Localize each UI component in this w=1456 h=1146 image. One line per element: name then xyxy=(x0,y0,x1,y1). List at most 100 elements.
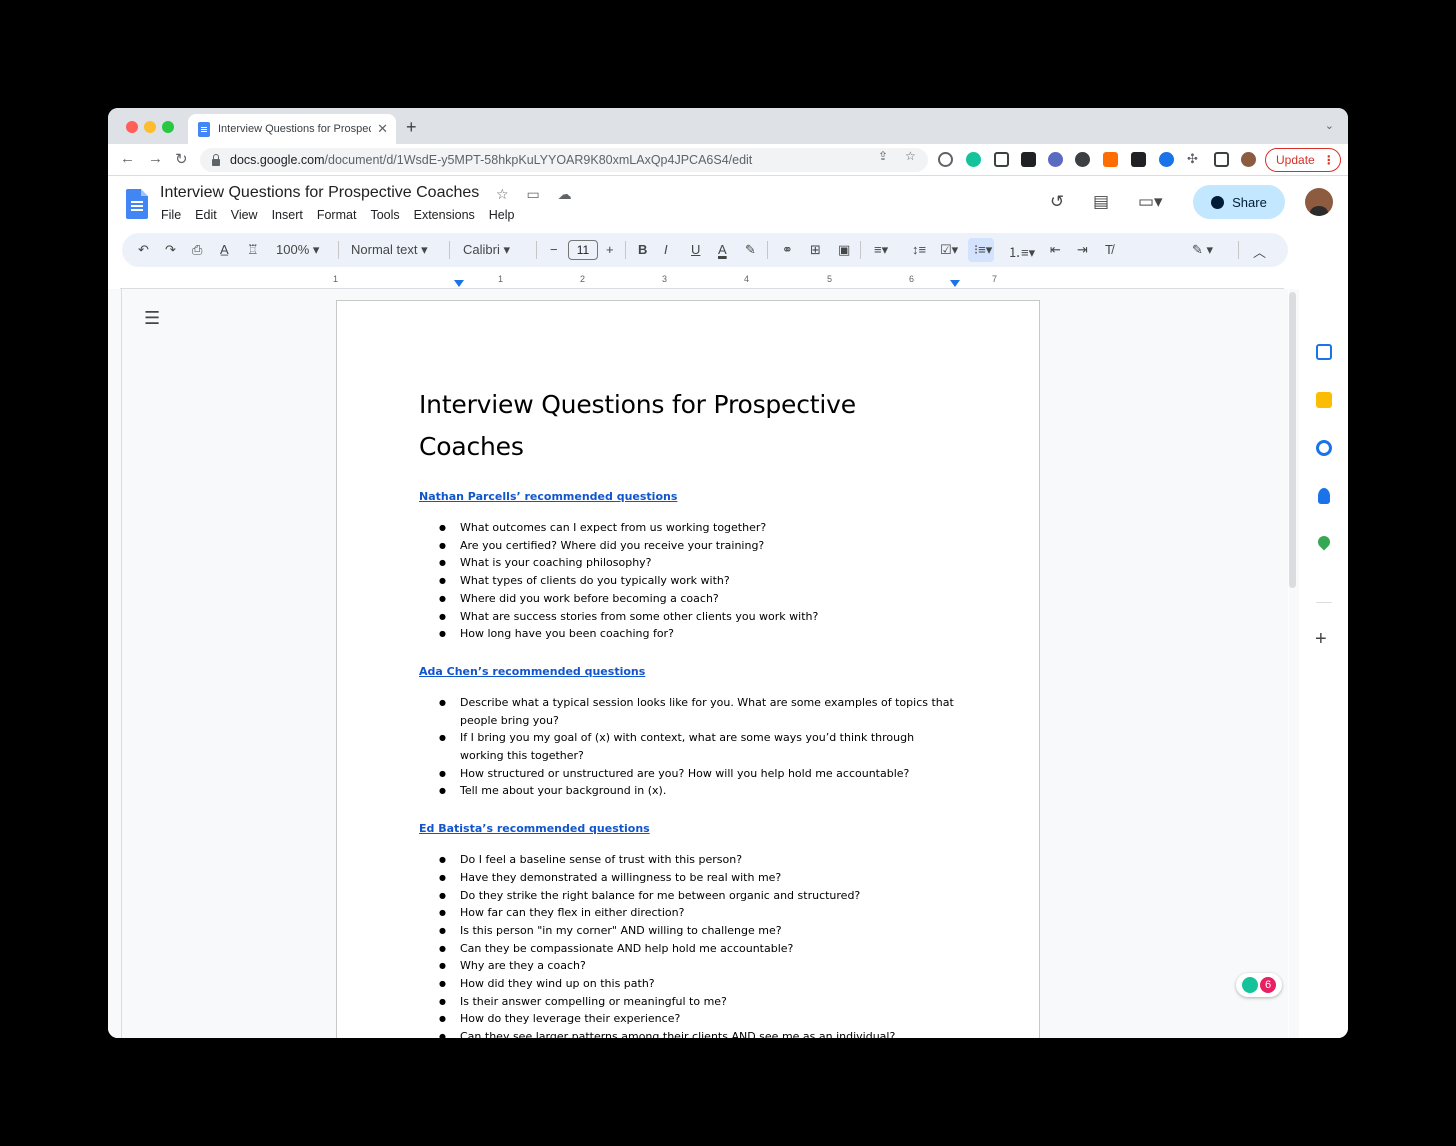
checklist-icon[interactable]: ☑▾ xyxy=(940,242,958,258)
grammarly-extension-icon[interactable] xyxy=(966,152,981,167)
decrease-font-size-icon[interactable]: − xyxy=(550,242,558,257)
close-tab-icon[interactable]: ✕ xyxy=(377,121,388,137)
document-body[interactable]: Interview Questions for Prospective Coac… xyxy=(419,384,959,1038)
extension-star-icon[interactable] xyxy=(1048,152,1063,167)
keep-icon[interactable] xyxy=(1316,392,1332,408)
zoom-select[interactable]: 100% ▾ xyxy=(276,242,319,258)
url-host: docs.google.com xyxy=(230,153,325,167)
share-button[interactable]: Share xyxy=(1193,185,1285,219)
account-avatar[interactable] xyxy=(1305,188,1333,216)
extension-disc-icon[interactable] xyxy=(1075,152,1090,167)
forward-arrow-icon[interactable]: → xyxy=(148,150,163,167)
paragraph-style-select[interactable]: Normal text ▾ xyxy=(351,242,428,258)
highlight-color-icon[interactable]: ✎ xyxy=(745,242,756,258)
right-indent-marker[interactable] xyxy=(950,280,960,287)
menu-view[interactable]: View xyxy=(231,208,258,222)
maximize-window-button[interactable] xyxy=(162,121,174,133)
tab-search-chevron-icon[interactable]: ⌄ xyxy=(1325,119,1334,132)
redo-icon[interactable]: ↷ xyxy=(165,242,176,258)
screenshot-extension-icon[interactable] xyxy=(994,152,1009,167)
section-link[interactable]: Ed Batista’s recommended questions xyxy=(419,822,959,835)
insert-link-icon[interactable]: ⚭ xyxy=(782,242,793,258)
paint-format-icon[interactable]: ♖ xyxy=(247,242,259,258)
add-comment-icon[interactable]: ⊞ xyxy=(810,242,821,258)
grammarly-widget[interactable]: 6 xyxy=(1236,973,1282,997)
insert-image-icon[interactable]: ▣ xyxy=(838,242,850,258)
editing-mode-icon[interactable]: ✎ ▾ xyxy=(1192,242,1213,258)
line-spacing-icon[interactable]: ↕≡ xyxy=(912,242,926,257)
left-indent-marker[interactable] xyxy=(454,280,464,287)
font-select[interactable]: Calibri ▾ xyxy=(463,242,510,258)
url-input[interactable]: docs.google.com/document/d/1WsdE-y5MPT-5… xyxy=(200,148,928,172)
extension-c-icon[interactable] xyxy=(1131,152,1146,167)
contacts-icon[interactable] xyxy=(1318,488,1330,504)
side-panel-icon[interactable] xyxy=(1214,152,1229,167)
ruler-mark: 2 xyxy=(580,274,586,284)
bookmark-star-icon[interactable]: ☆ xyxy=(905,149,916,163)
vertical-ruler[interactable] xyxy=(108,289,122,1038)
add-addon-plus-icon[interactable]: + xyxy=(1315,628,1327,651)
numbered-list-icon[interactable]: ⒈≡▾ xyxy=(1008,242,1035,261)
browser-tab[interactable]: Interview Questions for Prospective Coac… xyxy=(188,114,396,144)
comments-icon[interactable]: ▤ xyxy=(1093,192,1109,212)
increase-indent-icon[interactable]: ⇥ xyxy=(1077,242,1088,258)
reload-icon[interactable]: ↻ xyxy=(175,150,188,168)
document-title[interactable]: Interview Questions for Prospective Coac… xyxy=(160,184,479,202)
menu-tools[interactable]: Tools xyxy=(370,208,399,222)
update-button[interactable]: Update ⋮ xyxy=(1265,148,1341,172)
horizontal-ruler[interactable]: 1 1 2 3 4 5 6 7 xyxy=(333,274,1039,288)
list-item: Are you certified? Where did you receive… xyxy=(419,537,959,555)
divider xyxy=(625,241,626,259)
share-page-icon[interactable]: ⇪ xyxy=(878,149,888,163)
browser-window: Interview Questions for Prospective Coac… xyxy=(108,108,1348,1038)
section-link[interactable]: Ada Chen’s recommended questions xyxy=(419,665,959,678)
menu-insert[interactable]: Insert xyxy=(272,208,303,222)
profile-avatar[interactable] xyxy=(1241,152,1256,167)
new-tab-button[interactable]: + xyxy=(406,117,417,138)
move-folder-icon[interactable]: ▭ xyxy=(526,186,539,202)
tasks-icon[interactable] xyxy=(1316,440,1332,456)
meet-video-icon[interactable]: ▭▾ xyxy=(1138,192,1163,212)
extension-f-icon[interactable] xyxy=(1021,152,1036,167)
menu-format[interactable]: Format xyxy=(317,208,357,222)
paragraph-style-value: Normal text xyxy=(351,242,418,257)
hide-menus-chevron-icon[interactable]: ︿ xyxy=(1253,242,1266,261)
extension-blue-icon[interactable] xyxy=(1159,152,1174,167)
bulleted-list-icon[interactable]: ⁝≡▾ xyxy=(974,242,992,258)
close-window-button[interactable] xyxy=(126,121,138,133)
maps-icon[interactable] xyxy=(1315,533,1333,551)
clear-formatting-icon[interactable]: T̸ xyxy=(1105,242,1113,257)
tab-strip: Interview Questions for Prospective Coac… xyxy=(108,108,1348,144)
extension-1-icon[interactable] xyxy=(938,152,953,167)
bold-icon[interactable]: B xyxy=(638,242,647,257)
increase-font-size-icon[interactable]: + xyxy=(606,242,614,257)
menu-extensions[interactable]: Extensions xyxy=(414,208,475,222)
list-item: How long have you been coaching for? xyxy=(419,625,959,643)
undo-icon[interactable]: ↶ xyxy=(138,242,149,258)
text-color-icon[interactable]: A xyxy=(718,242,727,257)
italic-icon[interactable]: I xyxy=(664,242,668,257)
calendar-icon[interactable] xyxy=(1316,344,1332,360)
decrease-indent-icon[interactable]: ⇤ xyxy=(1050,242,1061,258)
divider xyxy=(1316,602,1332,603)
spellcheck-icon[interactable]: A̲ xyxy=(220,242,229,257)
section-link[interactable]: Nathan Parcells’ recommended questions xyxy=(419,490,959,503)
cloud-status-icon[interactable]: ☁ xyxy=(558,186,572,202)
font-size-input[interactable]: 11 xyxy=(568,240,598,260)
menu-file[interactable]: File xyxy=(161,208,181,222)
extensions-puzzle-icon[interactable]: ✣ xyxy=(1187,151,1198,167)
document-outline-icon[interactable]: ☰ xyxy=(144,308,160,329)
version-history-icon[interactable]: ↺ xyxy=(1050,192,1064,212)
docs-logo-icon[interactable] xyxy=(126,189,148,219)
star-icon[interactable]: ☆ xyxy=(496,186,509,202)
minimize-window-button[interactable] xyxy=(144,121,156,133)
scrollbar-thumb[interactable] xyxy=(1289,292,1296,588)
zapier-extension-icon[interactable] xyxy=(1103,152,1118,167)
menu-edit[interactable]: Edit xyxy=(195,208,217,222)
menu-bar: File Edit View Insert Format Tools Exten… xyxy=(161,208,529,222)
underline-icon[interactable]: U xyxy=(691,242,700,257)
print-icon[interactable]: ⎙ xyxy=(192,242,202,258)
back-arrow-icon[interactable]: ← xyxy=(120,150,135,167)
align-icon[interactable]: ≡▾ xyxy=(874,242,888,258)
menu-help[interactable]: Help xyxy=(489,208,515,222)
